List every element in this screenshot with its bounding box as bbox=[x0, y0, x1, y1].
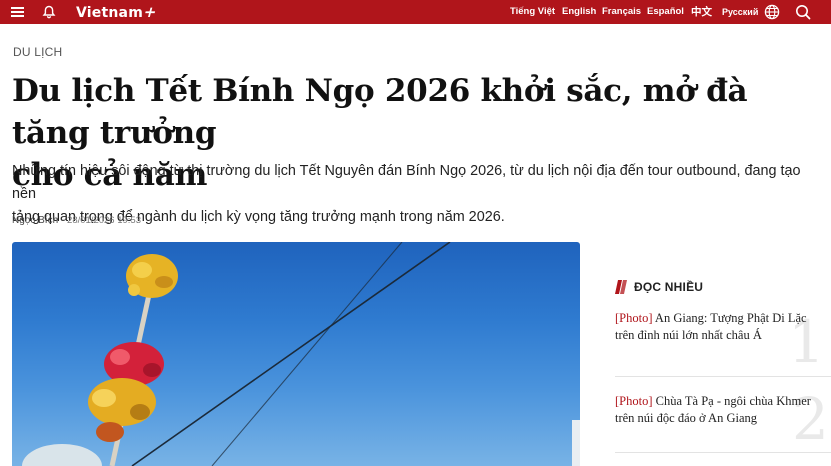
sidebar-divider bbox=[615, 452, 831, 453]
globe-icon[interactable] bbox=[764, 0, 780, 24]
top-navigation-bar: Vietnam+ Tiếng Việt English Français Esp… bbox=[0, 0, 831, 24]
lang-english-link[interactable]: English bbox=[562, 0, 596, 24]
article-byline: Ngọc Bích - 28/01/2026 19:53 bbox=[12, 215, 141, 226]
menu-icon[interactable] bbox=[11, 0, 25, 24]
section-marker-icon bbox=[615, 280, 627, 294]
sidebar-divider bbox=[615, 376, 831, 377]
lang-russian-link[interactable]: Русский bbox=[722, 0, 758, 24]
site-logo[interactable]: Vietnam+ bbox=[76, 3, 160, 21]
logo-text: Vietnam bbox=[76, 5, 143, 21]
author-name[interactable]: Ngọc Bích bbox=[12, 215, 58, 226]
lion-dance-yellow-top bbox=[126, 254, 178, 298]
most-read-heading: ĐỌC NHIỀU bbox=[615, 279, 703, 295]
photo-tag: [Photo] bbox=[615, 394, 653, 408]
lion-dance-yellow-bottom bbox=[88, 378, 156, 442]
category-link[interactable]: DU LỊCH bbox=[13, 45, 62, 59]
byline-separator: - bbox=[58, 215, 68, 226]
photo-tag: [Photo] bbox=[615, 311, 653, 325]
search-icon[interactable] bbox=[795, 0, 811, 24]
article-hero-image bbox=[12, 242, 580, 466]
publish-time: 28/01/2026 19:53 bbox=[67, 215, 141, 226]
article-title-line-1: Du lịch Tết Bính Ngọ 2026 khởi sắc, mở đ… bbox=[12, 73, 748, 151]
lang-french-link[interactable]: Français bbox=[602, 0, 641, 24]
lang-chinese-link[interactable]: 中文 bbox=[691, 0, 712, 24]
bell-icon[interactable] bbox=[42, 0, 56, 24]
lang-spanish-link[interactable]: Español bbox=[647, 0, 684, 24]
most-read-title: ĐỌC NHIỀU bbox=[634, 280, 704, 294]
lang-vietnamese-link[interactable]: Tiếng Việt bbox=[510, 0, 555, 24]
logo-plus: + bbox=[141, 3, 160, 21]
article-summary-line-1: Những tín hiệu sôi động từ thị trường du… bbox=[12, 163, 801, 202]
most-read-item-2[interactable]: [Photo] Chùa Tà Pạ - ngôi chùa Khmer trê… bbox=[615, 393, 823, 427]
most-read-item-1[interactable]: [Photo] An Giang: Tượng Phật Di Lặc trên… bbox=[615, 310, 823, 344]
